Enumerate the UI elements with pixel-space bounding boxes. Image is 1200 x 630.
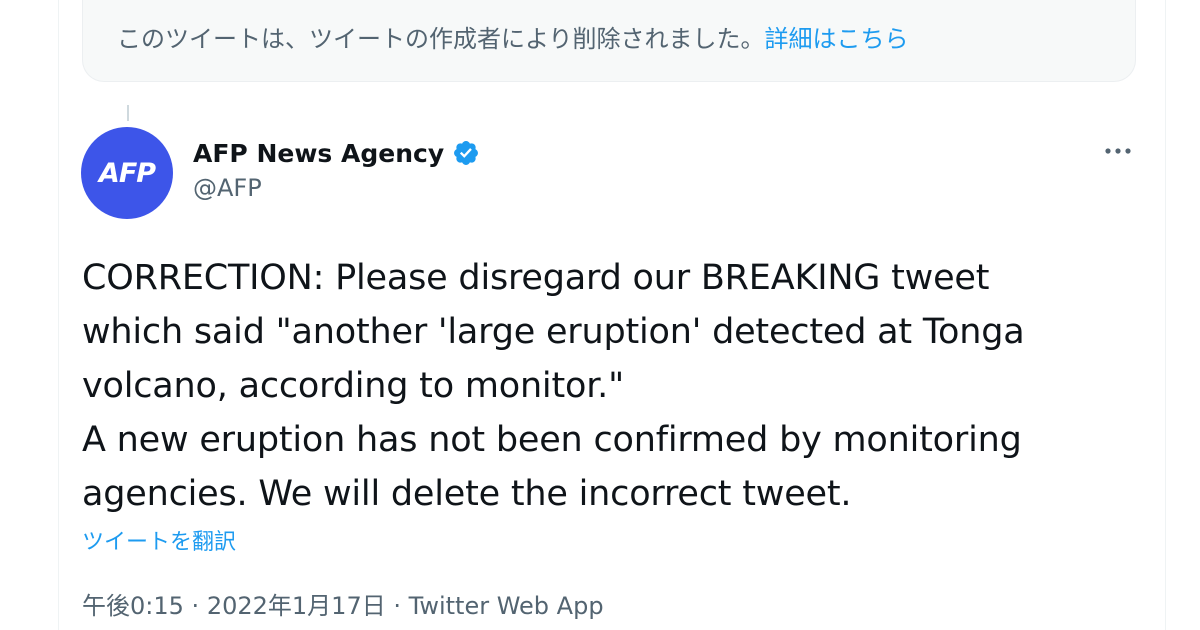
tweet-text: CORRECTION: Please disregard our BREAKIN… <box>82 258 1025 514</box>
tweet-source[interactable]: Twitter Web App <box>409 592 604 620</box>
deleted-notice-message: このツイートは、ツイートの作成者により削除されました。 <box>117 25 765 53</box>
tweet-metadata: 午後0:15 · 2022年1月17日 · Twitter Web App <box>82 586 604 621</box>
translate-tweet-link[interactable]: ツイートを翻訳 <box>82 524 236 556</box>
meta-separator: · <box>191 592 200 620</box>
verified-badge-icon <box>454 141 479 165</box>
more-options-icon[interactable] <box>1100 136 1136 166</box>
author-name[interactable]: AFP News Agency <box>193 139 444 168</box>
deleted-notice-text: このツイートは、ツイートの作成者により削除されました。詳細はこちら <box>117 24 909 54</box>
thread-connector-line <box>127 105 129 121</box>
column-border-left <box>58 0 59 630</box>
tweet-page: このツイートは、ツイートの作成者により削除されました。詳細はこちら AFP AF… <box>0 0 1200 630</box>
column-border-right <box>1165 0 1166 630</box>
tweet-time[interactable]: 午後0:15 <box>82 592 184 620</box>
deleted-tweet-notice: このツイートは、ツイートの作成者により削除されました。詳細はこちら <box>82 0 1136 82</box>
learn-more-link[interactable]: 詳細はこちら <box>765 25 909 53</box>
avatar-logo-text: AFP <box>98 157 156 189</box>
meta-separator: · <box>393 592 401 620</box>
author-name-row: AFP News Agency <box>193 134 480 172</box>
author-handle[interactable]: @AFP <box>193 174 262 202</box>
avatar[interactable]: AFP <box>81 127 173 219</box>
tweet-date[interactable]: 2022年1月17日 <box>207 592 386 620</box>
